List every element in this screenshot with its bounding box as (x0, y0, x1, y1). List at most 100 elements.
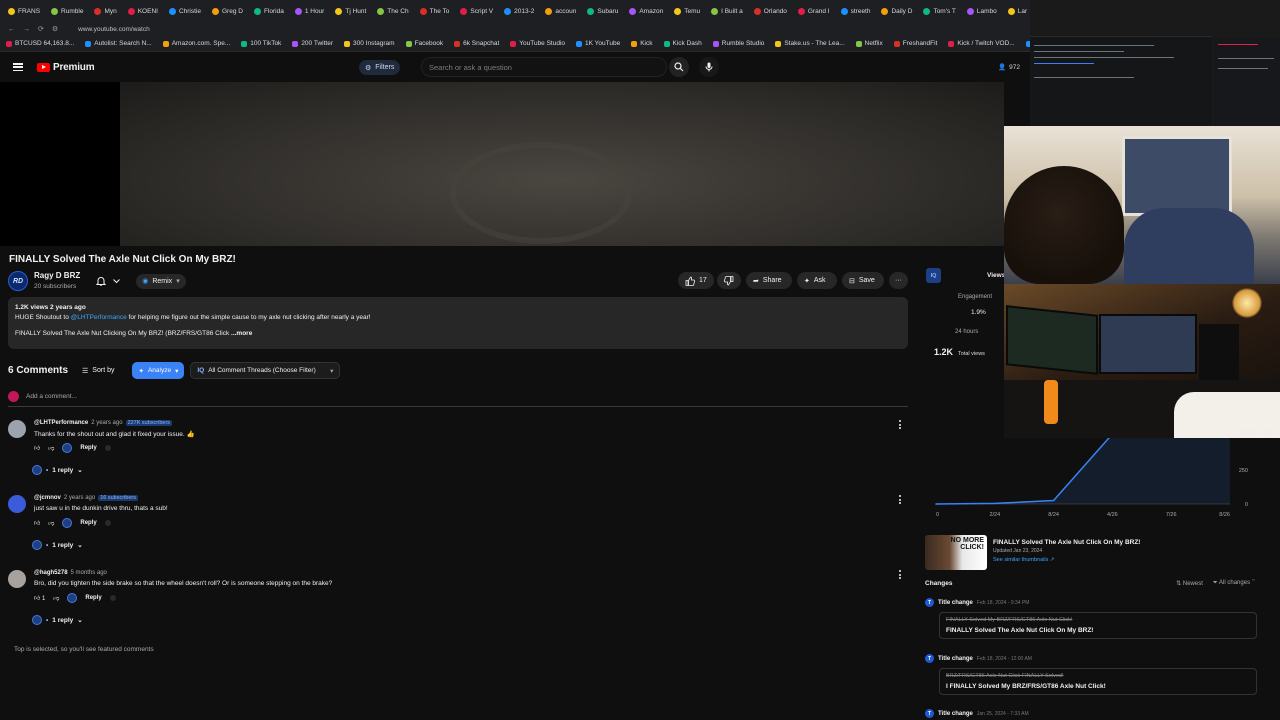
bookmark-item[interactable]: 100 TikTok (241, 40, 281, 47)
commenter-avatar[interactable] (8, 420, 26, 438)
reply-button[interactable]: Reply (80, 445, 96, 451)
dislike-button[interactable] (717, 272, 741, 289)
bookmark-item[interactable]: BTCUSD 64,163.8... (6, 40, 74, 47)
browser-tab[interactable]: 2013-2 (500, 2, 538, 20)
bookmark-item[interactable]: Stake.us - The Lea... (775, 40, 845, 47)
browser-tab[interactable]: Christie (165, 2, 205, 20)
youtube-logo[interactable]: Premium (37, 62, 95, 73)
browser-tab[interactable]: Amazon (625, 2, 667, 20)
change-entry[interactable]: T Title change Feb 18, 2024 - 9:34 PM FI… (925, 598, 1257, 639)
reply-button[interactable]: Reply (85, 595, 101, 601)
browser-tab[interactable]: Grand I (794, 2, 834, 20)
bookmark-item[interactable]: FreshandFit (893, 40, 937, 47)
views-tab[interactable]: Views (987, 272, 1005, 279)
comment-dislike-button[interactable]: 👎︎ (48, 444, 54, 452)
reload-icon[interactable]: ⟳ (38, 25, 44, 33)
bookmark-item[interactable]: YouTube Studio (510, 40, 565, 47)
browser-tab[interactable]: Lar (1004, 2, 1030, 20)
browser-tab[interactable]: Tom's T (919, 2, 959, 20)
add-comment-row[interactable]: Add a comment... (8, 391, 908, 407)
notification-button[interactable] (96, 276, 121, 286)
comment-dislike-button[interactable]: 👎︎ (53, 594, 59, 602)
browser-tab[interactable]: Temu (670, 2, 704, 20)
comment-time[interactable]: 5 months ago (71, 570, 107, 576)
site-info-icon[interactable]: ⚙ (52, 25, 58, 33)
comment-time[interactable]: 2 years ago (64, 495, 95, 501)
reply-button[interactable]: Reply (80, 520, 96, 526)
comment-extension-icon[interactable] (104, 445, 111, 451)
commenter-avatar[interactable] (8, 495, 26, 513)
bookmark-item[interactable]: Facebook (405, 40, 443, 47)
bookmark-item[interactable]: Kick / Twitch VOD... (948, 40, 1015, 47)
search-input[interactable]: Search or ask a question (421, 57, 667, 77)
browser-tab[interactable]: Orlando (750, 2, 791, 20)
change-entry[interactable]: T Title change Jan 25, 2024 - 7:33 AM (925, 709, 1257, 718)
channel-avatar[interactable]: RD (8, 271, 28, 291)
mention-link[interactable]: @LHTPerformance (71, 314, 127, 321)
browser-tab[interactable]: Florida (250, 2, 288, 20)
share-button[interactable]: ➦ Share (746, 272, 792, 289)
browser-tab[interactable]: accoun (541, 2, 580, 20)
panel-logo[interactable]: IQ (926, 268, 941, 283)
sort-button[interactable]: ☰ Sort by (82, 367, 114, 375)
bookmark-item[interactable]: Netflix (855, 40, 883, 47)
change-entry[interactable]: T Title change Feb 18, 2024 - 12:00 AM B… (925, 654, 1257, 695)
video-thumbnail[interactable]: NO MORE CLICK! (925, 535, 987, 570)
ask-button[interactable]: ✦ Ask (797, 272, 837, 289)
comment-menu-button[interactable] (899, 495, 902, 506)
comment-author[interactable]: @hagh5278 (34, 570, 68, 576)
view-replies-button[interactable]: • 1 reply ⌄ (32, 615, 83, 625)
browser-tab[interactable]: The Ch (373, 2, 412, 20)
bookmark-item[interactable]: Kick (631, 40, 653, 47)
comment-dislike-button[interactable]: 👎︎ (48, 519, 54, 527)
bookmark-item[interactable]: 200 Twitter (292, 40, 333, 47)
bookmark-item[interactable]: Kick Dash (663, 40, 702, 47)
more-actions-button[interactable]: ··· (889, 272, 908, 289)
comment-menu-button[interactable] (899, 420, 902, 431)
bookmark-item[interactable]: Autolist: Search N... (85, 40, 152, 47)
browser-tab[interactable]: Myn (90, 2, 120, 20)
voice-search-button[interactable] (699, 57, 719, 77)
add-comment-input[interactable]: Add a comment... (26, 393, 77, 400)
browser-tab[interactable]: 1 Hour (291, 2, 329, 20)
remix-button[interactable]: ◉ Remix ▾ (136, 273, 186, 289)
browser-tab[interactable]: Tj Hunt (331, 2, 370, 20)
comment-like-button[interactable]: 👍︎ (34, 519, 40, 527)
all-changes-filter[interactable]: ⏷ All changes ⌃ (1213, 580, 1255, 587)
search-button[interactable] (669, 57, 689, 77)
comment-author[interactable]: @jcmnov (34, 495, 61, 501)
comment-author[interactable]: @LHTPerformance (34, 420, 88, 426)
bookmark-item[interactable]: 6k Snapchat (454, 40, 499, 47)
similar-thumbnails-link[interactable]: See similar thumbnails ↗ (993, 557, 1140, 563)
browser-tab[interactable]: Subaru (583, 2, 622, 20)
browser-tab[interactable]: Rumble (47, 2, 87, 20)
commenter-avatar[interactable] (8, 570, 26, 588)
view-replies-button[interactable]: • 1 reply ⌄ (32, 540, 83, 550)
bookmark-item[interactable]: 300 Instagram (344, 40, 395, 47)
comment-menu-button[interactable] (899, 570, 902, 581)
comment-time[interactable]: 2 years ago (91, 420, 122, 426)
back-icon[interactable]: ← (8, 26, 15, 33)
browser-tab[interactable]: KOENI (124, 2, 162, 20)
video-player[interactable] (0, 82, 1004, 246)
browser-tab[interactable]: Greg D (208, 2, 247, 20)
comment-like-button[interactable]: 👍︎ (34, 444, 40, 452)
browser-tab[interactable]: The To (416, 2, 454, 20)
browser-tab[interactable]: Script V (456, 2, 497, 20)
filters-button[interactable]: ⚙ Filters (359, 60, 401, 75)
view-replies-button[interactable]: • 1 reply ⌄ (32, 465, 83, 475)
browser-tab[interactable]: I Built a (707, 2, 747, 20)
browser-tab[interactable]: Daily D (877, 2, 916, 20)
comment-like-button[interactable]: 👍︎ 1 (34, 594, 45, 602)
browser-tab[interactable]: FRANS (4, 2, 44, 20)
browser-tab[interactable]: streeth (837, 2, 875, 20)
bookmark-item[interactable]: Rumble Studio (712, 40, 764, 47)
forward-icon[interactable]: → (23, 26, 30, 33)
video-card[interactable]: NO MORE CLICK! FINALLY Solved The Axle N… (925, 535, 1140, 570)
menu-icon[interactable] (13, 63, 23, 71)
browser-tab[interactable]: Lambo (963, 2, 1001, 20)
newest-sort[interactable]: ⇅ Newest (1176, 580, 1203, 587)
show-more-link[interactable]: ...more (231, 330, 252, 337)
channel-name[interactable]: Ragy D BRZ (34, 271, 80, 281)
comment-thread-filter[interactable]: IQ All Comment Threads (Choose Filter) ▾ (190, 362, 341, 379)
